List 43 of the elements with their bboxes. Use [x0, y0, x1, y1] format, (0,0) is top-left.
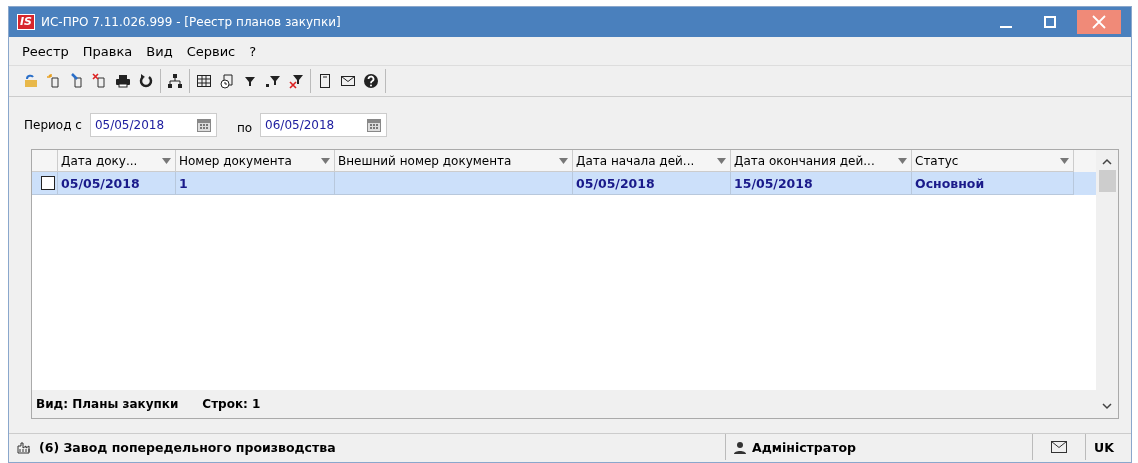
table-cell: 05/05/2018 — [61, 175, 140, 191]
hierarchy-icon[interactable] — [165, 71, 185, 91]
table-row[interactable]: 05/05/2018 1 05/05/2018 15/05/2018 Основной — [32, 172, 1096, 195]
company-name: (6) Завод попередельного производства — [39, 439, 336, 455]
dropdown-icon[interactable] — [321, 157, 330, 164]
view-label: Вид: Планы закупки — [36, 397, 179, 411]
dropdown-icon[interactable] — [1060, 157, 1069, 164]
close-button[interactable] — [1077, 10, 1121, 34]
minimize-icon — [1000, 26, 1012, 28]
menu-item[interactable]: Правка — [75, 43, 140, 59]
calendar-icon[interactable] — [367, 118, 382, 132]
date-field[interactable]: 05/05/2018 — [89, 113, 217, 137]
help-icon[interactable] — [361, 71, 381, 91]
dropdown-icon[interactable] — [162, 157, 171, 164]
menu-item[interactable]: ? — [242, 43, 264, 59]
calendar-icon[interactable] — [196, 118, 211, 132]
window-title: ИС-ПРО 7.11.026.999 - [Реестр планов закупки] — [41, 15, 342, 29]
language-indicator[interactable]: UK — [1094, 439, 1114, 455]
table-cell: 1 — [179, 175, 188, 191]
dropdown-icon[interactable] — [559, 157, 568, 164]
app-logo: IS — [17, 14, 35, 30]
user-icon — [734, 440, 746, 454]
to-label: по — [236, 121, 253, 135]
close-icon — [1092, 15, 1106, 29]
table-cell: 15/05/2018 — [734, 175, 813, 191]
date-field[interactable]: 06/05/2018 — [260, 113, 388, 137]
dropdown-icon[interactable] — [717, 157, 726, 164]
table-cell: Основной — [915, 175, 985, 191]
menu-item[interactable]: Сервис — [179, 43, 243, 59]
scroll-down-icon[interactable] — [1102, 402, 1112, 410]
scroll-up-icon[interactable] — [1102, 158, 1112, 166]
period-label: Период с — [24, 118, 82, 132]
scroll-thumb[interactable] — [1098, 170, 1116, 192]
row-count: Строк: 1 — [202, 397, 261, 411]
mail-icon[interactable] — [1051, 441, 1067, 453]
table-cell: 05/05/2018 — [576, 175, 655, 191]
menu-item[interactable]: Реестр — [15, 43, 76, 59]
row-checkbox[interactable] — [41, 176, 55, 190]
maximize-icon — [1044, 16, 1056, 28]
user-name: Адміністратор — [752, 439, 856, 455]
dropdown-icon[interactable] — [898, 157, 907, 164]
factory-icon — [17, 440, 33, 454]
menu-item[interactable]: Вид — [139, 43, 180, 59]
